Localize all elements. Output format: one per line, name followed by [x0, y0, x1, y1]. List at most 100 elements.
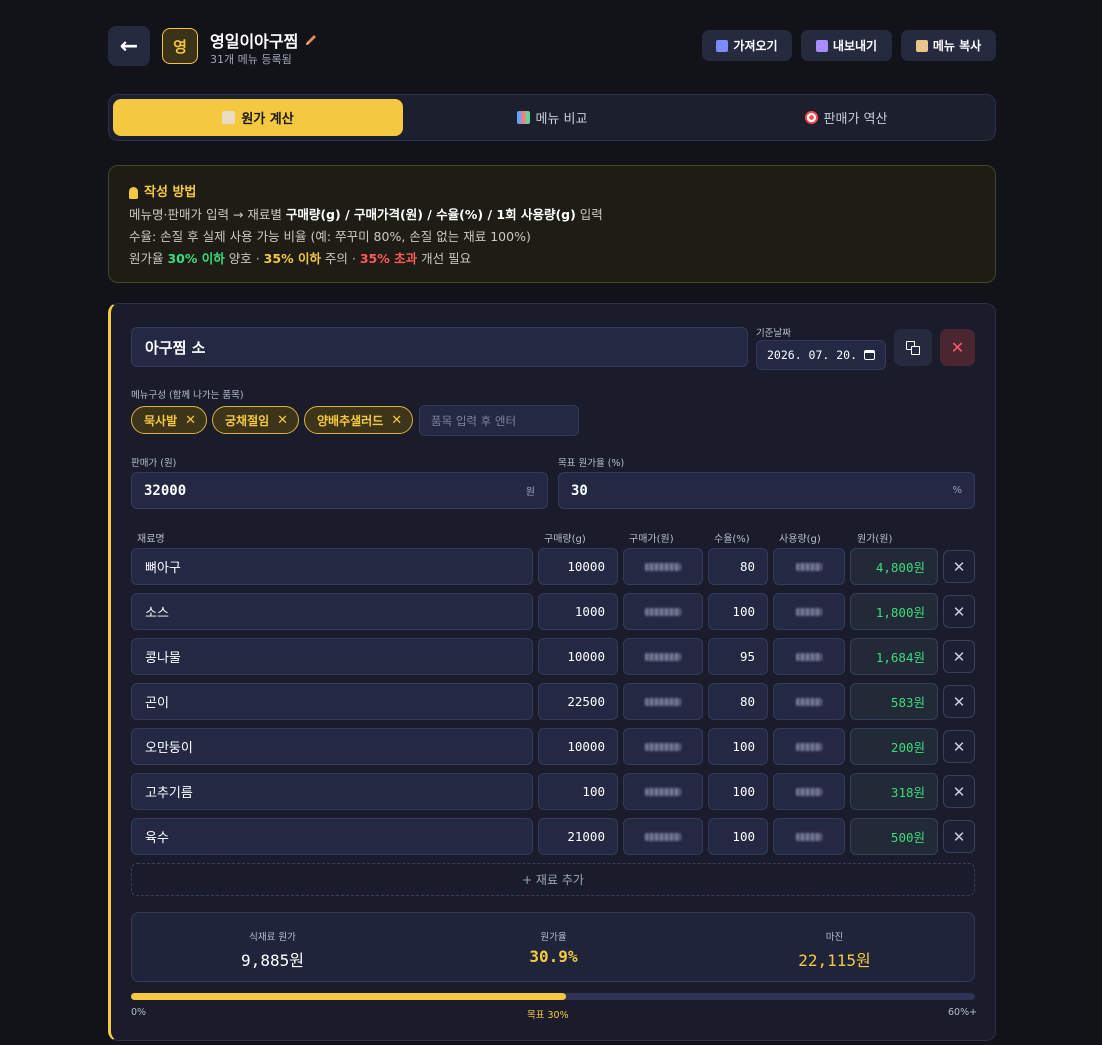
ingredient-yield-input[interactable]: 100: [708, 728, 768, 765]
tab-price-reverse[interactable]: 판매가 역산: [701, 99, 991, 136]
composition-chip: 묵사발 ✕: [131, 406, 208, 434]
ingredient-price-input[interactable]: [623, 638, 703, 675]
store-menu-count: 31개 메뉴 등록됨: [210, 53, 292, 66]
pencil-icon[interactable]: [304, 33, 318, 47]
calendar-icon[interactable]: [864, 350, 875, 360]
ingredient-name-input[interactable]: 콩나물: [131, 638, 533, 675]
summary-panel: 식재료 원가 9,885원 원가율 30.9% 마진 22,115원: [131, 912, 975, 982]
col-header-usage: 사용량(g): [779, 534, 821, 545]
ingredient-cost: 500원: [850, 818, 938, 855]
ingredient-price-input[interactable]: [623, 818, 703, 855]
redacted-value: [796, 742, 822, 751]
ingredient-usage-input[interactable]: [773, 548, 845, 585]
ingredient-qty-input[interactable]: 10000: [538, 548, 618, 585]
ingredient-yield-input[interactable]: 80: [708, 548, 768, 585]
ingredient-name-input[interactable]: 뼈아구: [131, 548, 533, 585]
delete-ingredient-button[interactable]: ✕: [943, 550, 975, 583]
ingredient-usage-input[interactable]: [773, 638, 845, 675]
close-icon: ✕: [952, 647, 966, 666]
ingredient-qty-input[interactable]: 10000: [538, 638, 618, 675]
ingredient-price-input[interactable]: [623, 593, 703, 630]
close-icon: ✕: [952, 602, 966, 621]
ingredient-price-input[interactable]: [623, 683, 703, 720]
ingredient-name-input[interactable]: 육수: [131, 818, 533, 855]
ingredient-yield-input[interactable]: 95: [708, 638, 768, 675]
redacted-value: [645, 697, 681, 706]
delete-ingredient-button[interactable]: ✕: [943, 775, 975, 808]
inbox-icon: [716, 39, 729, 52]
store-name[interactable]: 영일이아구찜: [210, 28, 318, 52]
ingredient-cost: 4,800원: [850, 548, 938, 585]
ingredient-usage-input[interactable]: [773, 773, 845, 810]
cost-rate-bar: [131, 993, 975, 1000]
ingredient-name-input[interactable]: 오만둥이: [131, 728, 533, 765]
col-header-name: 재료명: [137, 534, 165, 545]
ingredient-yield-input[interactable]: 80: [708, 683, 768, 720]
copy-icon: [906, 340, 920, 355]
ingredient-cost: 200원: [850, 728, 938, 765]
chart-icon: [516, 111, 530, 124]
ingredient-usage-input[interactable]: [773, 818, 845, 855]
redacted-value: [645, 652, 681, 661]
delete-ingredient-button[interactable]: ✕: [943, 640, 975, 673]
ingredient-qty-input[interactable]: 22500: [538, 683, 618, 720]
redacted-value: [796, 652, 822, 661]
redacted-value: [645, 832, 681, 841]
lightbulb-icon: [129, 187, 138, 199]
ingredient-cost: 318원: [850, 773, 938, 810]
composition-chip: 궁채절임 ✕: [212, 406, 300, 434]
ingredient-usage-input[interactable]: [773, 728, 845, 765]
summary-margin: 마진 22,115원: [798, 932, 871, 970]
tab-menu-compare[interactable]: 메뉴 비교: [407, 99, 697, 136]
ingredient-yield-input[interactable]: 100: [708, 818, 768, 855]
date-input[interactable]: 2026. 07. 20.: [756, 340, 886, 370]
bar-max-label: 60%+: [948, 1007, 978, 1018]
close-icon[interactable]: ✕: [391, 413, 402, 428]
col-header-qty: 구매량(g): [544, 534, 586, 545]
ingredient-cost: 583원: [850, 683, 938, 720]
guide-line-1: 메뉴명·판매가 입력 → 재료별 구매량(g) / 구매가격(원) / 수율(%…: [129, 207, 603, 222]
close-icon[interactable]: ✕: [277, 413, 288, 428]
ingredient-qty-input[interactable]: 1000: [538, 593, 618, 630]
ingredient-qty-input[interactable]: 10000: [538, 728, 618, 765]
back-button[interactable]: ←: [108, 26, 150, 66]
close-icon: ✕: [952, 737, 966, 756]
menu-name-input[interactable]: 아구찜 소: [131, 327, 748, 367]
redacted-value: [796, 832, 822, 841]
price-input[interactable]: 32000 원: [131, 472, 548, 509]
close-icon[interactable]: ✕: [185, 413, 196, 428]
ingredient-yield-input[interactable]: 100: [708, 593, 768, 630]
ingredient-qty-input[interactable]: 21000: [538, 818, 618, 855]
import-button[interactable]: 가져오기: [702, 30, 792, 61]
ingredient-usage-input[interactable]: [773, 593, 845, 630]
tab-cost-calc[interactable]: 원가 계산: [113, 99, 403, 136]
add-ingredient-button[interactable]: + 재료 추가: [131, 863, 975, 896]
col-header-price: 구매가(원): [629, 534, 674, 545]
delete-ingredient-button[interactable]: ✕: [943, 685, 975, 718]
delete-ingredient-button[interactable]: ✕: [943, 820, 975, 853]
composition-input[interactable]: 품목 입력 후 엔터: [419, 405, 579, 436]
ingredient-price-input[interactable]: [623, 548, 703, 585]
ingredient-usage-input[interactable]: [773, 683, 845, 720]
redacted-value: [645, 562, 681, 571]
copy-menu-button[interactable]: 메뉴 복사: [901, 30, 996, 61]
delete-ingredient-button[interactable]: ✕: [943, 730, 975, 763]
col-header-cost: 원가(원): [857, 534, 893, 545]
ingredient-price-input[interactable]: [623, 773, 703, 810]
target-rate-input[interactable]: 30 %: [558, 472, 975, 509]
ingredient-price-input[interactable]: [623, 728, 703, 765]
redacted-value: [645, 787, 681, 796]
ingredient-name-input[interactable]: 곤이: [131, 683, 533, 720]
ingredient-name-input[interactable]: 고추기름: [131, 773, 533, 810]
export-button[interactable]: 내보내기: [801, 30, 892, 61]
floppy-icon: [815, 39, 828, 52]
ingredient-yield-input[interactable]: 100: [708, 773, 768, 810]
ingredient-qty-input[interactable]: 100: [538, 773, 618, 810]
duplicate-menu-button[interactable]: [894, 329, 932, 366]
ingredient-name-input[interactable]: 소스: [131, 593, 533, 630]
delete-menu-button[interactable]: ✕: [940, 329, 975, 366]
clipboard-icon: [915, 39, 928, 52]
delete-ingredient-button[interactable]: ✕: [943, 595, 975, 628]
redacted-value: [796, 607, 822, 616]
close-icon: ✕: [952, 692, 966, 711]
